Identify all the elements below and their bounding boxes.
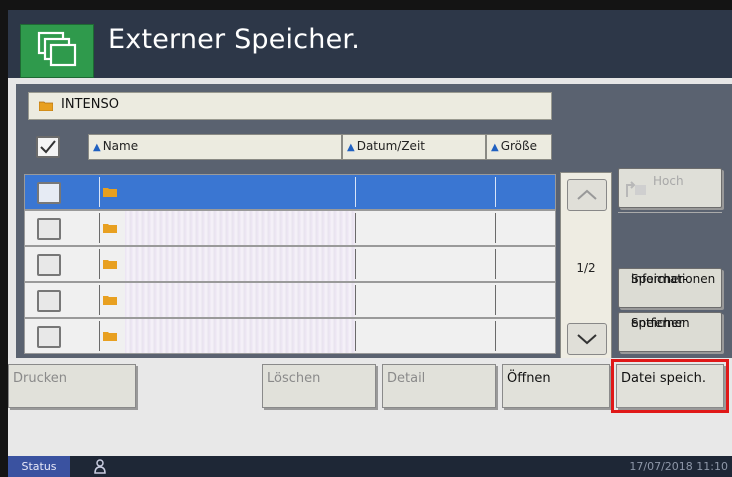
status-button[interactable]: Status (8, 456, 70, 477)
file-row[interactable] (24, 282, 556, 318)
folders-icon (20, 24, 94, 78)
select-all-checkbox[interactable] (36, 136, 60, 158)
memory-info-button[interactable]: Speicher-informationen (618, 268, 722, 308)
side-panel: Hoch Speicher-informationen Speicher entf… (612, 84, 732, 358)
detail-button[interactable]: Detail (382, 364, 496, 408)
scroll-panel: 1/2 (560, 172, 612, 360)
scroll-down-button[interactable] (567, 323, 607, 355)
folder-icon (39, 101, 53, 111)
page-title: Externer Speicher. (108, 24, 361, 55)
remove-memory-button[interactable]: Speicher entfernen (618, 312, 722, 352)
screen: Externer Speicher. INTENSO ▲ Name ▲ Datum/… (8, 10, 732, 477)
user-icon[interactable] (94, 459, 106, 474)
chevron-down-icon (577, 334, 597, 345)
status-bar: Status 17/07/2018 11:10 (8, 456, 732, 477)
scroll-up-button[interactable] (567, 179, 607, 211)
sort-up-icon: ▲ (93, 142, 101, 153)
page-indicator: 1/2 (576, 261, 596, 275)
column-header-size[interactable]: ▲ Größe (486, 134, 552, 160)
folder-icon (103, 296, 117, 305)
folder-icon (103, 188, 117, 197)
row-checkbox[interactable] (37, 182, 61, 204)
file-name (125, 319, 355, 353)
column-header-date[interactable]: ▲ Datum/Zeit (342, 134, 486, 160)
file-name (125, 283, 355, 317)
row-checkbox[interactable] (37, 218, 61, 240)
row-checkbox[interactable] (37, 254, 61, 276)
title-bar: Externer Speicher. (8, 10, 732, 78)
file-row[interactable] (24, 210, 556, 246)
path-bar: INTENSO (28, 92, 552, 120)
folder-icon (103, 260, 117, 269)
file-row[interactable] (24, 318, 556, 354)
column-header-name[interactable]: ▲ Name (88, 134, 342, 160)
print-button[interactable]: Drucken (8, 364, 136, 408)
datetime: 17/07/2018 11:10 (629, 460, 728, 473)
up-button[interactable]: Hoch (618, 168, 722, 208)
row-checkbox[interactable] (37, 326, 61, 348)
chevron-up-icon (577, 189, 597, 200)
save-file-button[interactable]: Datei speich. (611, 359, 729, 413)
sort-up-icon: ▲ (347, 142, 355, 153)
file-name (125, 247, 355, 281)
file-row[interactable] (24, 246, 556, 282)
path-label: INTENSO (61, 97, 119, 112)
action-bar: Drucken Löschen Detail Öffnen Datei spei… (8, 358, 732, 456)
folder-icon (103, 332, 117, 341)
open-button[interactable]: Öffnen (502, 364, 610, 408)
folder-up-icon (626, 181, 646, 197)
file-browser: INTENSO ▲ Name ▲ Datum/Zeit ▲ Größe 1/2 (16, 84, 612, 360)
folder-icon (103, 224, 117, 233)
delete-button[interactable]: Löschen (262, 364, 376, 408)
sort-up-icon: ▲ (491, 142, 499, 153)
row-checkbox[interactable] (37, 290, 61, 312)
file-row[interactable] (24, 174, 556, 210)
file-name (125, 175, 355, 209)
file-name (125, 211, 355, 245)
